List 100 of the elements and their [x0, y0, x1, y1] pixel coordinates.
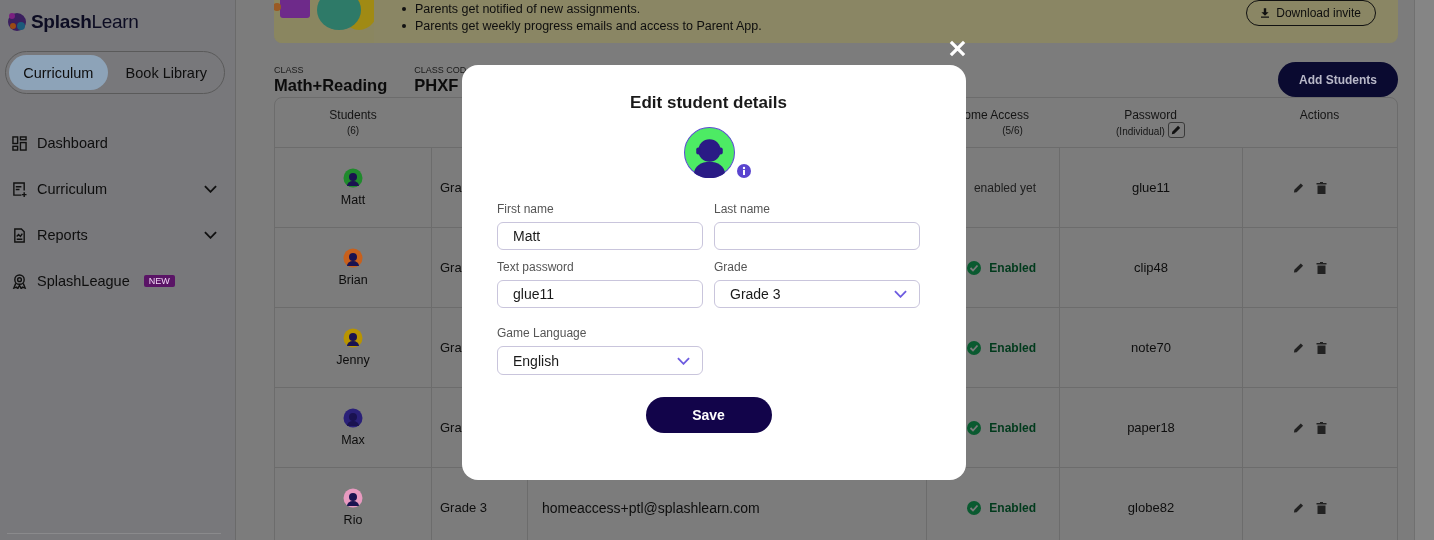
- trash-icon: [1316, 261, 1327, 274]
- avatar-icon: [343, 488, 363, 508]
- text-field[interactable]: [714, 222, 920, 250]
- logo-icon: [6, 11, 28, 33]
- pencil-icon: [1293, 261, 1304, 274]
- chevron-down-icon: [894, 290, 907, 298]
- delete-button[interactable]: [1316, 261, 1327, 274]
- text-field[interactable]: glue11: [497, 280, 703, 308]
- bullet-dot: [402, 24, 406, 28]
- home-access-status: Enabled: [989, 340, 1036, 355]
- avatar-icon: [684, 127, 735, 178]
- check-circle-icon: [967, 500, 982, 515]
- class-info-value: PHXF: [414, 76, 460, 95]
- student-name: Brian: [338, 273, 368, 287]
- column-subheader: (5/6): [1002, 125, 1023, 136]
- edit-password-button[interactable]: [1167, 122, 1185, 138]
- field-label: First name: [497, 202, 555, 216]
- home-access-status: enabled yet: [973, 180, 1036, 195]
- delete-button[interactable]: [1316, 501, 1327, 514]
- field-label: Last name: [714, 202, 772, 216]
- nav-item[interactable]: Dashboard: [0, 120, 235, 166]
- pencil-icon: [1171, 125, 1182, 135]
- pencil-icon: [1293, 421, 1304, 434]
- pencil-icon: [1293, 181, 1304, 194]
- dropdown-field[interactable]: English: [497, 346, 703, 375]
- password-text: note70: [1131, 340, 1171, 355]
- check-circle-icon: [967, 340, 982, 355]
- check-circle-icon: [967, 420, 982, 435]
- home-access-status: Enabled: [989, 500, 1036, 515]
- nav-item[interactable]: Curriculum: [0, 166, 235, 212]
- field-label: Grade: [714, 260, 749, 274]
- grade-text: Gra: [440, 180, 462, 195]
- nav-item[interactable]: SplashLeague NEW: [0, 258, 235, 304]
- avatar-icon: [343, 248, 363, 268]
- edit-button[interactable]: [1293, 341, 1304, 354]
- student-name: Matt: [340, 193, 366, 207]
- trash-icon: [1316, 421, 1327, 434]
- grade-text: Grade 3: [440, 500, 487, 515]
- edit-button[interactable]: [1293, 421, 1304, 434]
- column-header: Actions: [1299, 108, 1340, 122]
- pencil-icon: [1293, 501, 1304, 514]
- avatar-icon: [343, 328, 363, 348]
- dialog-title: Edit student details: [630, 93, 787, 113]
- bullet-text: Parents get notified of new assignments.: [415, 1, 641, 17]
- bullet-text: Parents get weekly progress emails and access to Parent App.: [415, 18, 762, 34]
- delete-button[interactable]: [1316, 421, 1327, 434]
- delete-button[interactable]: [1316, 341, 1327, 354]
- edit-button[interactable]: [1293, 501, 1304, 514]
- class-info-label: CLASS: [274, 65, 305, 75]
- chevron-down-icon: [204, 185, 217, 193]
- dropdown-field[interactable]: Grade 3: [714, 280, 920, 308]
- trash-icon: [1316, 341, 1327, 354]
- password-text: clip48: [1134, 260, 1168, 275]
- nav-label: Curriculum: [37, 181, 108, 197]
- toggle-tab[interactable]: Curriculum: [9, 55, 108, 90]
- bullet-dot: [402, 7, 406, 11]
- edit-button[interactable]: [1293, 181, 1304, 194]
- check-circle-icon: [967, 260, 982, 275]
- class-info-value: Math+Reading: [274, 76, 388, 95]
- info-icon[interactable]: [737, 164, 751, 178]
- password-text: globe82: [1127, 500, 1175, 515]
- chevron-down-icon: [677, 356, 690, 365]
- delete-button[interactable]: [1316, 181, 1327, 194]
- new-badge: NEW: [143, 275, 175, 287]
- trash-icon: [1316, 501, 1327, 514]
- nav-item[interactable]: Reports: [0, 212, 235, 258]
- chevron-down-icon: [204, 231, 217, 239]
- column-subheader: (Individual): [1116, 126, 1165, 137]
- nav-label: SplashLeague: [37, 273, 130, 289]
- logo-text: SplashLearn: [31, 11, 139, 33]
- download-icon: [1261, 8, 1270, 18]
- nav-label: Reports: [37, 227, 88, 243]
- grade-text: Gra: [440, 340, 462, 355]
- field-label: Game Language: [497, 326, 588, 340]
- close-icon[interactable]: [949, 40, 966, 57]
- column-subheader: (6): [346, 125, 360, 136]
- document-plus-icon: [12, 181, 27, 197]
- report-icon: [12, 227, 27, 243]
- nav-label: Dashboard: [37, 135, 108, 151]
- email-text: homeaccess+ptl@splashlearn.com: [542, 499, 760, 516]
- student-name: Jenny: [336, 353, 370, 367]
- password-text: glue11: [1131, 180, 1171, 195]
- save-button[interactable]: Save: [645, 397, 772, 433]
- avatar-icon: [343, 408, 363, 428]
- home-access-status: Enabled: [989, 420, 1036, 435]
- field-label: Text password: [497, 260, 575, 274]
- home-access-status: Enabled: [989, 260, 1036, 275]
- grade-text: Gra: [440, 420, 462, 435]
- student-name: Max: [341, 433, 365, 447]
- password-text: paper18: [1127, 420, 1175, 435]
- add-students-button[interactable]: Add Students: [1278, 62, 1398, 97]
- pencil-icon: [1293, 341, 1304, 354]
- toggle-tab[interactable]: Book Library: [111, 55, 221, 90]
- medal-icon: [12, 273, 27, 289]
- student-name: Rio: [343, 513, 363, 527]
- dashboard-icon: [12, 135, 27, 151]
- avatar-icon: [343, 168, 363, 188]
- edit-button[interactable]: [1293, 261, 1304, 274]
- text-field[interactable]: Matt: [497, 222, 703, 250]
- grade-text: Gra: [440, 260, 462, 275]
